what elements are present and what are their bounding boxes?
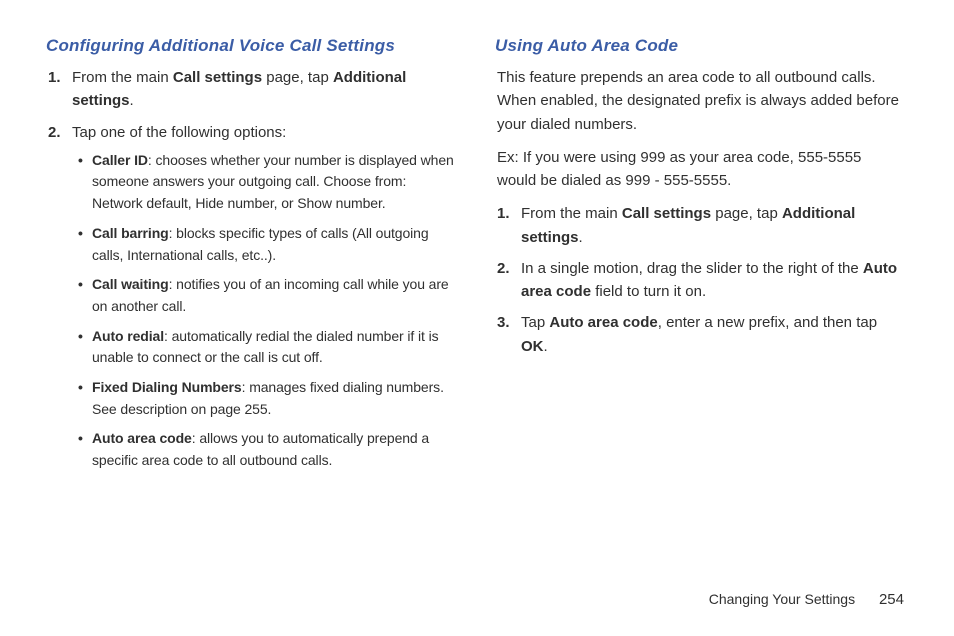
- bullet-dot-icon: •: [78, 150, 83, 172]
- section-heading-auto-area: Using Auto Area Code: [495, 36, 904, 56]
- list-text: From the main Call settings page, tap Ad…: [521, 205, 855, 245]
- ordered-list-right: 1. From the main Call settings page, tap…: [495, 202, 904, 358]
- bullet-item: • Caller ID: chooses whether your number …: [80, 150, 455, 215]
- list-number: 1.: [48, 66, 61, 89]
- bullet-dot-icon: •: [78, 428, 83, 450]
- section-heading-configuring: Configuring Additional Voice Call Settin…: [46, 36, 455, 56]
- bullet-dot-icon: •: [78, 274, 83, 296]
- bullet-item: • Auto redial: automatically redial the d…: [80, 326, 455, 369]
- list-item: 3. Tap Auto area code, enter a new prefi…: [521, 311, 904, 358]
- list-item: 1. From the main Call settings page, tap…: [521, 202, 904, 249]
- page-number: 254: [879, 591, 904, 608]
- list-item: 2. Tap one of the following options: •Ca…: [72, 121, 455, 472]
- body-paragraph: Ex: If you were using 999 as your area c…: [495, 146, 904, 193]
- left-column: Configuring Additional Voice Call Settin…: [46, 36, 455, 480]
- bullet-dot-icon: •: [78, 326, 83, 348]
- bullet-item: • Fixed Dialing Numbers: manages fixed di…: [80, 377, 455, 420]
- bullet-text: Auto area code: allows you to automatica…: [92, 430, 429, 468]
- bullet-dot-icon: •: [78, 377, 83, 399]
- bullet-text: Call barring: blocks specific types of c…: [92, 225, 429, 263]
- list-number: 3.: [497, 311, 510, 334]
- ordered-list-left: 1. From the main Call settings page, tap…: [46, 66, 455, 472]
- list-number: 1.: [497, 202, 510, 225]
- bullet-item: • Auto area code: allows you to automatic…: [80, 428, 455, 471]
- list-text: Tap Auto area code, enter a new prefix, …: [521, 314, 877, 354]
- bullet-text: Fixed Dialing Numbers: manages fixed dia…: [92, 379, 444, 417]
- bullet-text: Caller ID: chooses whether your number i…: [92, 152, 454, 211]
- page-footer: Changing Your Settings 254: [709, 591, 904, 608]
- list-text: In a single motion, drag the slider to t…: [521, 260, 897, 300]
- list-text: From the main Call settings page, tap Ad…: [72, 69, 406, 109]
- bullet-text: Call waiting: notifies you of an incomin…: [92, 276, 449, 314]
- list-number: 2.: [48, 121, 61, 144]
- list-item: 1. From the main Call settings page, tap…: [72, 66, 455, 113]
- body-paragraph: This feature prepends an area code to al…: [495, 66, 904, 136]
- bullet-text: Auto redial: automatically redial the di…: [92, 328, 439, 366]
- list-item: 2. In a single motion, drag the slider t…: [521, 257, 904, 304]
- right-column: Using Auto Area Code This feature prepen…: [495, 36, 904, 480]
- bullet-dot-icon: •: [78, 223, 83, 245]
- footer-title: Changing Your Settings: [709, 591, 855, 607]
- list-number: 2.: [497, 257, 510, 280]
- page-columns: Configuring Additional Voice Call Settin…: [46, 36, 904, 480]
- bullet-item: • Call waiting: notifies you of an incomi…: [80, 274, 455, 317]
- bullet-item: • Call barring: blocks specific types of …: [80, 223, 455, 266]
- list-text: Tap one of the following options:: [72, 124, 286, 141]
- bullet-list: • Caller ID: chooses whether your number …: [72, 150, 455, 472]
